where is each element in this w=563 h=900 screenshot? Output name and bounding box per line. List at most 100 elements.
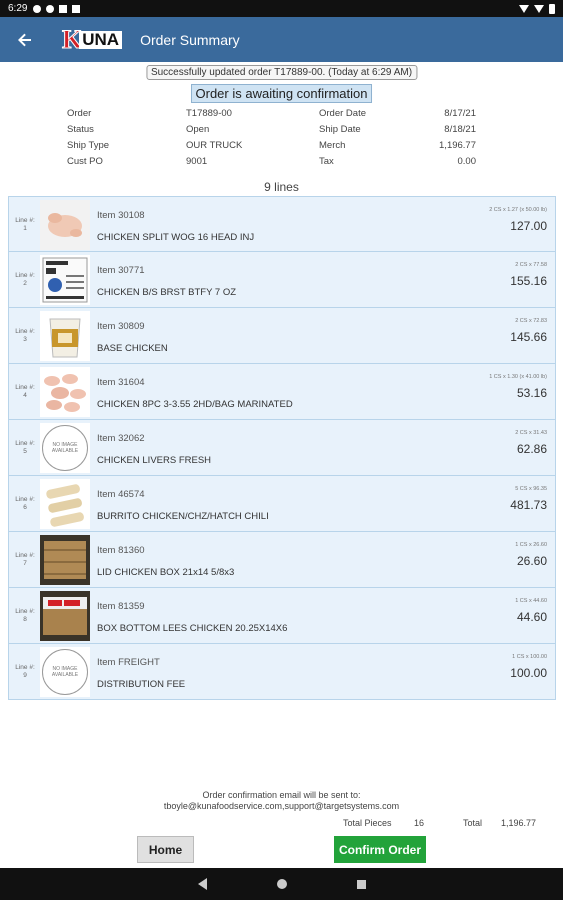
line-number-value: 2 bbox=[23, 280, 27, 287]
info-row: Status Open Ship Date 8/18/21 bbox=[0, 124, 563, 140]
item-number: Item 31604 bbox=[97, 377, 145, 388]
location-icon bbox=[46, 4, 55, 13]
nav-home-icon[interactable] bbox=[276, 879, 287, 889]
screenshot-icon bbox=[72, 4, 81, 13]
status-time: 6:29 bbox=[8, 3, 28, 14]
item-amount: 26.60 bbox=[516, 554, 547, 568]
item-number: Item 30809 bbox=[97, 321, 145, 332]
list-item[interactable]: Line #: 5 NO IMAGE AVAILABLE Item 32062 C… bbox=[8, 420, 556, 476]
ship-type-label: Ship Type bbox=[67, 140, 110, 151]
line-label-text: Line #: bbox=[15, 440, 35, 447]
wifi-icon bbox=[519, 4, 529, 13]
email-note-line1: Order confirmation email will be sent to… bbox=[202, 790, 361, 800]
item-number: Item 81359 bbox=[97, 601, 145, 612]
line-number-value: 8 bbox=[23, 616, 27, 623]
merch-value: 1,196.77 bbox=[439, 140, 476, 151]
line-label-text: Line #: bbox=[15, 384, 35, 391]
item-amount: 53.16 bbox=[516, 386, 547, 400]
box-lid-image bbox=[40, 535, 90, 585]
total-pieces-label: Total Pieces bbox=[343, 818, 392, 828]
line-number-value: 6 bbox=[23, 504, 27, 511]
item-quantity: 1 CS x 1.30 (x 41.00 lb) bbox=[489, 374, 547, 380]
merch-label: Merch bbox=[319, 140, 346, 151]
list-item[interactable]: Line #: 4 Item 31604 CHICKEN 8PC 3-3.55 2… bbox=[8, 364, 556, 420]
line-label-text: Line #: bbox=[15, 664, 35, 671]
item-number: Item FREIGHT bbox=[97, 657, 160, 668]
list-item[interactable]: Line #: 3 Item 30809 BASE CHICKEN 2 CS x … bbox=[8, 308, 556, 364]
item-quantity: 1 CS x 44.60 bbox=[515, 598, 547, 604]
item-description: CHICKEN LIVERS FRESH bbox=[97, 455, 212, 466]
tax-label: Tax bbox=[319, 156, 334, 167]
status-value: Open bbox=[186, 124, 210, 135]
item-quantity: 2 CS x 77.58 bbox=[515, 262, 547, 268]
list-item[interactable]: Line #: 7 Item 81360 LID CHICKEN BOX 21x1… bbox=[8, 532, 556, 588]
tax-value: 0.00 bbox=[457, 156, 477, 167]
item-quantity: 1 CS x 26.60 bbox=[515, 542, 547, 548]
line-number-value: 1 bbox=[23, 225, 27, 232]
line-number: Line #: 9 bbox=[11, 644, 39, 700]
no-image-placeholder: NO IMAGE AVAILABLE bbox=[40, 423, 90, 473]
item-quantity: 2 CS x 1.27 (x 50.00 lb) bbox=[489, 207, 547, 213]
list-item[interactable]: Line #: 9 NO IMAGE AVAILABLE Item FREIGHT… bbox=[8, 644, 556, 700]
list-item[interactable]: Line #: 6 Item 46574 BURRITO CHICKEN/CHZ/… bbox=[8, 476, 556, 532]
line-number: Line #: 6 bbox=[11, 476, 39, 532]
settings-icon bbox=[33, 4, 42, 13]
item-amount: 481.73 bbox=[510, 498, 547, 512]
system-nav-bar bbox=[0, 868, 563, 900]
list-item[interactable]: Line #: 1 Item 30108 CHICKEN SPLIT WOG 16… bbox=[8, 196, 556, 252]
info-row: Ship Type OUR TRUCK Merch 1,196.77 bbox=[0, 140, 563, 156]
list-item[interactable]: Line #: 8 Item 81359 BOX BOTTOM LEES CHIC… bbox=[8, 588, 556, 644]
email-note-line2: tboyle@kunafoodservice.com,support@targe… bbox=[163, 801, 400, 811]
nav-back-icon[interactable] bbox=[197, 878, 207, 890]
order-date-value: 8/17/21 bbox=[444, 108, 476, 119]
no-image-text: NO IMAGE AVAILABLE bbox=[42, 649, 88, 695]
item-number: Item 46574 bbox=[97, 489, 145, 500]
item-description: LID CHICKEN BOX 21x14 5/8x3 bbox=[97, 567, 235, 578]
item-description: CHICKEN SPLIT WOG 16 HEAD INJ bbox=[97, 232, 255, 243]
line-number: Line #: 2 bbox=[11, 252, 39, 308]
base-tub-image bbox=[40, 311, 90, 361]
notification-icon bbox=[59, 4, 68, 13]
list-item[interactable]: Line #: 2 Item 30771 CHICKEN B/S BRST BTF… bbox=[8, 252, 556, 308]
line-label-text: Line #: bbox=[15, 217, 35, 224]
line-number: Line #: 7 bbox=[11, 532, 39, 588]
item-amount: 62.86 bbox=[516, 442, 547, 456]
no-image-text: NO IMAGE AVAILABLE bbox=[42, 425, 88, 471]
line-number-value: 7 bbox=[23, 560, 27, 567]
chicken-pieces-image bbox=[40, 367, 90, 417]
order-value: T17889-00 bbox=[186, 108, 232, 119]
ship-date-value: 8/18/21 bbox=[444, 124, 476, 135]
cust-po-label: Cust PO bbox=[67, 156, 103, 167]
line-label-text: Line #: bbox=[15, 552, 35, 559]
ship-type-value: OUR TRUCK bbox=[186, 140, 243, 151]
item-quantity: 2 CS x 31.43 bbox=[515, 430, 547, 436]
ship-date-label: Ship Date bbox=[319, 124, 361, 135]
nav-recents-icon[interactable] bbox=[356, 879, 366, 889]
lines-count: 9 lines bbox=[264, 180, 299, 194]
line-number: Line #: 4 bbox=[11, 364, 39, 420]
item-description: CHICKEN B/S BRST BTFY 7 OZ bbox=[97, 287, 237, 298]
line-label-text: Line #: bbox=[15, 496, 35, 503]
item-quantity: 2 CS x 72.83 bbox=[515, 318, 547, 324]
line-number: Line #: 3 bbox=[11, 308, 39, 364]
no-image-placeholder: NO IMAGE AVAILABLE bbox=[40, 647, 90, 697]
page-title: Order Summary bbox=[140, 31, 240, 48]
confirmation-email-note: Order confirmation email will be sent to… bbox=[0, 790, 563, 812]
confirm-order-button[interactable]: Confirm Order bbox=[334, 836, 426, 863]
line-number: Line #: 5 bbox=[11, 420, 39, 476]
item-quantity: 5 CS x 96.35 bbox=[515, 486, 547, 492]
success-message: Successfully updated order T17889-00. (T… bbox=[145, 65, 418, 80]
item-amount: 127.00 bbox=[510, 219, 547, 233]
item-number: Item 81360 bbox=[97, 545, 145, 556]
order-info: Order T17889-00 Order Date 8/17/21 Statu… bbox=[0, 108, 563, 172]
box-bottom-image bbox=[40, 591, 90, 641]
line-number-value: 3 bbox=[23, 336, 27, 343]
info-row: Cust PO 9001 Tax 0.00 bbox=[0, 156, 563, 172]
item-number: Item 30771 bbox=[97, 265, 145, 276]
line-number-value: 4 bbox=[23, 392, 27, 399]
item-amount: 100.00 bbox=[510, 666, 547, 680]
total-label: Total bbox=[463, 818, 483, 828]
info-row: Order T17889-00 Order Date 8/17/21 bbox=[0, 108, 563, 124]
back-arrow-icon[interactable] bbox=[0, 17, 50, 62]
home-button[interactable]: Home bbox=[137, 836, 194, 863]
